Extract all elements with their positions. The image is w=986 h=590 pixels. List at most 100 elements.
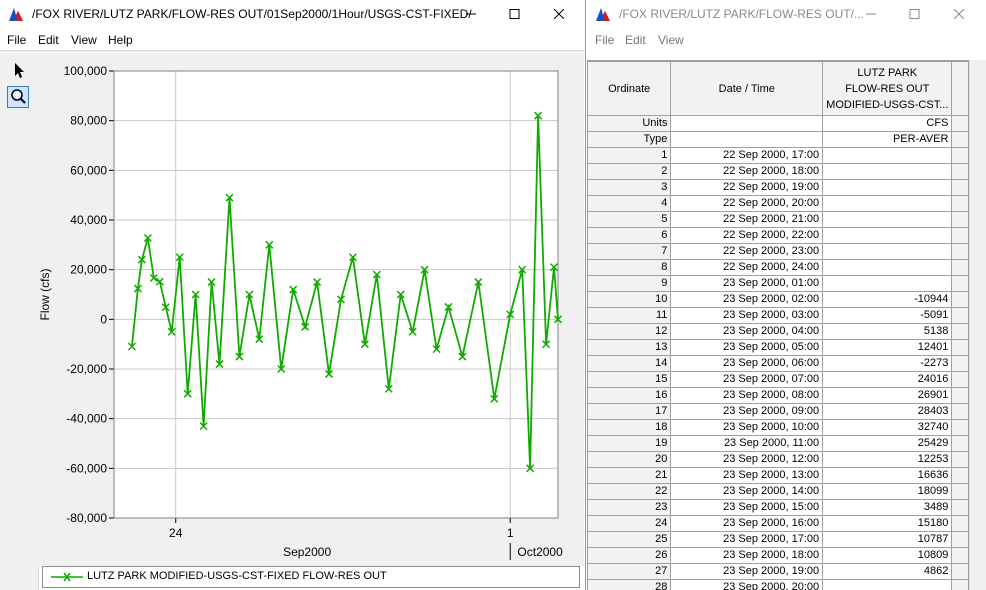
row-value[interactable]: 15180	[822, 515, 953, 532]
table-row[interactable]: 6 22 Sep 2000, 22:00	[587, 227, 969, 244]
row-value[interactable]: 5138	[822, 323, 953, 340]
row-value[interactable]: 10809	[822, 547, 953, 564]
row-ordinate: 1	[587, 147, 672, 164]
table-row[interactable]: 13 23 Sep 2000, 05:00 12401	[587, 339, 969, 356]
maximize-button[interactable]	[903, 4, 929, 24]
row-value[interactable]: -2273	[822, 355, 953, 372]
menu-edit[interactable]: Edit	[625, 33, 646, 47]
table-row[interactable]: 18 23 Sep 2000, 10:00 32740	[587, 419, 969, 436]
table-row[interactable]: 3 22 Sep 2000, 19:00	[587, 179, 969, 196]
row-value[interactable]: -5091	[822, 307, 953, 324]
maximize-button[interactable]	[503, 4, 529, 24]
table-row[interactable]: 12 23 Sep 2000, 04:00 5138	[587, 323, 969, 340]
row-value[interactable]	[822, 179, 953, 196]
row-ordinate: 26	[587, 547, 672, 564]
row-value[interactable]: 28403	[822, 403, 953, 420]
table-window-titlebar[interactable]: /FOX RIVER/LUTZ PARK/FLOW-RES OUT/...	[587, 0, 986, 28]
table-row[interactable]: 2 22 Sep 2000, 18:00	[587, 163, 969, 180]
row-value[interactable]	[822, 211, 953, 228]
table-row[interactable]: 21 23 Sep 2000, 13:00 16636	[587, 467, 969, 484]
row-filler	[951, 179, 969, 196]
table-row[interactable]: 25 23 Sep 2000, 17:00 10787	[587, 531, 969, 548]
row-value[interactable]: 18099	[822, 483, 953, 500]
table-row[interactable]: 17 23 Sep 2000, 09:00 28403	[587, 403, 969, 420]
row-value[interactable]: 3489	[822, 499, 953, 516]
menu-edit[interactable]: Edit	[38, 33, 59, 47]
row-value[interactable]: 10787	[822, 531, 953, 548]
table-row[interactable]: 9 23 Sep 2000, 01:00	[587, 275, 969, 292]
minimize-icon	[466, 13, 476, 15]
pointer-tool-button[interactable]	[7, 59, 29, 81]
row-value[interactable]	[822, 227, 953, 244]
row-value[interactable]: 25429	[822, 435, 953, 452]
row-value[interactable]	[822, 275, 953, 292]
header-series[interactable]: LUTZ PARK FLOW-RES OUT MODIFIED-USGS-CST…	[822, 61, 953, 116]
type-value[interactable]: PER-AVER	[822, 131, 953, 148]
menu-help[interactable]: Help	[108, 33, 133, 47]
table-row[interactable]: 22 23 Sep 2000, 14:00 18099	[587, 483, 969, 500]
maximize-icon	[909, 9, 920, 19]
table-row[interactable]: 16 23 Sep 2000, 08:00 26901	[587, 387, 969, 404]
table-row[interactable]: 7 22 Sep 2000, 23:00	[587, 243, 969, 260]
table-row[interactable]: 20 23 Sep 2000, 12:00 12253	[587, 451, 969, 468]
table-row[interactable]: 5 22 Sep 2000, 21:00	[587, 211, 969, 228]
row-value[interactable]: 32740	[822, 419, 953, 436]
table-row[interactable]: 26 23 Sep 2000, 18:00 10809	[587, 547, 969, 564]
row-value[interactable]	[822, 243, 953, 260]
row-value[interactable]: 4862	[822, 563, 953, 580]
menu-view[interactable]: View	[658, 33, 684, 47]
row-datetime: 23 Sep 2000, 05:00	[670, 339, 824, 356]
row-filler	[951, 515, 969, 532]
close-button[interactable]	[947, 4, 973, 24]
row-value[interactable]	[822, 163, 953, 180]
plot-window-titlebar[interactable]: /FOX RIVER/LUTZ PARK/FLOW-RES OUT/01Sep2…	[0, 0, 585, 28]
table-row[interactable]: 1 22 Sep 2000, 17:00	[587, 147, 969, 164]
row-filler	[951, 419, 969, 436]
row-filler	[951, 275, 969, 292]
vertical-scrollbar[interactable]	[969, 60, 986, 590]
row-datetime: 22 Sep 2000, 23:00	[670, 243, 824, 260]
y-tick-label: 0	[100, 312, 107, 326]
table-row[interactable]: 8 22 Sep 2000, 24:00	[587, 259, 969, 276]
row-filler	[951, 451, 969, 468]
arrow-pointer-icon	[15, 63, 24, 78]
table-row[interactable]: 10 23 Sep 2000, 02:00 -10944	[587, 291, 969, 308]
menu-view[interactable]: View	[71, 33, 97, 47]
table-row[interactable]: 4 22 Sep 2000, 20:00	[587, 195, 969, 212]
minimize-button[interactable]	[859, 4, 885, 24]
header-datetime[interactable]: Date / Time	[670, 61, 824, 116]
flow-chart[interactable]: 100,000 80,000 60,000 40,000 20,000 0 -20,000 -…	[38, 51, 584, 566]
table-row[interactable]: 19 23 Sep 2000, 11:00 25429	[587, 435, 969, 452]
row-datetime: 23 Sep 2000, 20:00	[670, 579, 824, 590]
plot-window-title: /FOX RIVER/LUTZ PARK/FLOW-RES OUT/01Sep2…	[32, 7, 472, 21]
table-row[interactable]: 28 23 Sep 2000, 20:00	[587, 579, 969, 590]
row-datetime: 23 Sep 2000, 10:00	[670, 419, 824, 436]
table-row[interactable]: 23 23 Sep 2000, 15:00 3489	[587, 499, 969, 516]
row-ordinate: 23	[587, 499, 672, 516]
row-value[interactable]	[822, 195, 953, 212]
zoom-tool-button[interactable]	[7, 86, 29, 108]
table-row[interactable]: 15 23 Sep 2000, 07:00 24016	[587, 371, 969, 388]
header-series-line3: MODIFIED-USGS-CST...	[826, 98, 949, 111]
row-value[interactable]	[822, 579, 953, 590]
row-value[interactable]: 24016	[822, 371, 953, 388]
table-row[interactable]: 24 23 Sep 2000, 16:00 15180	[587, 515, 969, 532]
menu-file[interactable]: File	[595, 33, 614, 47]
table-row[interactable]: 27 23 Sep 2000, 19:00 4862	[587, 563, 969, 580]
row-value[interactable]: 16636	[822, 467, 953, 484]
menu-file[interactable]: File	[7, 33, 26, 47]
row-value[interactable]: 26901	[822, 387, 953, 404]
row-value[interactable]	[822, 259, 953, 276]
header-ordinate[interactable]: Ordinate	[587, 61, 672, 116]
data-table-viewport[interactable]: Ordinate Date / Time LUTZ PARK FLOW-RES …	[587, 60, 969, 590]
table-row[interactable]: 14 23 Sep 2000, 06:00 -2273	[587, 355, 969, 372]
row-value[interactable]	[822, 147, 953, 164]
row-value[interactable]: -10944	[822, 291, 953, 308]
plot-area[interactable]: 100,000 80,000 60,000 40,000 20,000 0 -20,000 -…	[38, 51, 584, 566]
table-row[interactable]: 11 23 Sep 2000, 03:00 -5091	[587, 307, 969, 324]
units-value[interactable]: CFS	[822, 115, 953, 132]
close-button[interactable]	[547, 4, 573, 24]
row-value[interactable]: 12401	[822, 339, 953, 356]
minimize-button[interactable]	[459, 4, 485, 24]
row-value[interactable]: 12253	[822, 451, 953, 468]
